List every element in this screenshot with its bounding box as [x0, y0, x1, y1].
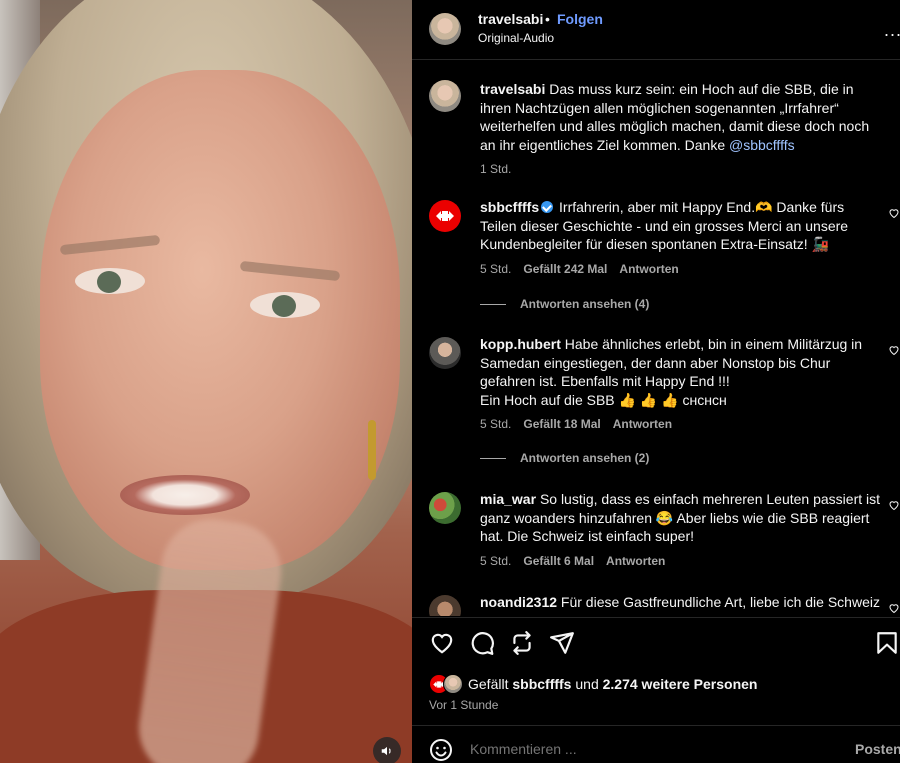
comment-time: 5 Std. [480, 261, 512, 276]
comment-avatar[interactable] [429, 200, 461, 232]
emoji-icon[interactable] [429, 738, 453, 762]
video-earring [368, 420, 376, 480]
view-replies-button[interactable]: Antworten ansehen (2) [480, 451, 649, 465]
comment-icon[interactable] [469, 630, 495, 656]
comment-time: 5 Std. [480, 553, 512, 568]
view-replies-button[interactable]: Antworten ansehen (4) [480, 297, 649, 311]
view-replies-label[interactable]: Antworten ansehen (2) [520, 451, 649, 465]
comment-likes[interactable]: Gefällt 6 Mal [523, 554, 594, 568]
author-avatar[interactable] [429, 13, 461, 45]
comment-avatar[interactable] [429, 492, 461, 524]
post-actions: Gefällt sbbcffffs und 2.274 weitere Pers… [412, 617, 900, 725]
audio-link[interactable]: Original-Audio [478, 31, 554, 45]
post-header: travelsabi • Folgen Original-Audio ... [412, 0, 900, 60]
comment-reply-button[interactable]: Antworten [606, 554, 665, 568]
caption-text-block: travelsabi Das muss kurz sein: ein Hoch … [480, 80, 880, 154]
comment-like-heart-icon[interactable] [888, 207, 900, 219]
post-comment-button[interactable]: Posten [855, 741, 900, 757]
comment-username[interactable]: sbbcffffs [480, 199, 539, 215]
comments-list[interactable]: travelsabi Das muss kurz sein: ein Hoch … [412, 61, 900, 616]
likes-summary[interactable]: Gefällt sbbcffffs und 2.274 weitere Pers… [468, 676, 758, 692]
likes-others-link[interactable]: 2.274 weitere Personen [603, 676, 758, 692]
comment-avatar[interactable] [429, 337, 461, 369]
caption-username[interactable]: travelsabi [480, 81, 545, 97]
comment-avatar[interactable] [429, 595, 461, 616]
speaker-icon [381, 746, 391, 756]
follow-button[interactable]: Folgen [557, 11, 603, 27]
liked-by-avatars[interactable] [429, 674, 469, 696]
header-separator: • [545, 11, 550, 27]
bookmark-icon[interactable] [874, 630, 900, 656]
likes-prefix: Gefällt [468, 676, 509, 692]
caption-mention-link[interactable]: @sbbcffffs [729, 137, 795, 153]
likes-middle: und [575, 676, 599, 692]
view-replies-label[interactable]: Antworten ansehen (4) [520, 297, 649, 311]
comment-like-heart-icon[interactable] [888, 499, 900, 511]
replies-line [480, 303, 506, 305]
video-eye-left [75, 268, 145, 294]
more-options-icon[interactable]: ... [884, 20, 900, 41]
comment-text: Für diese Gastfreundliche Art, liebe ich… [560, 594, 880, 610]
repost-icon[interactable] [509, 630, 535, 656]
comment-input[interactable] [470, 741, 830, 757]
comment-likes[interactable]: Gefällt 242 Mal [523, 262, 607, 276]
comment-like-heart-icon[interactable] [888, 602, 900, 614]
comment-form: Posten [412, 725, 900, 763]
comment-username[interactable]: mia_war [480, 491, 536, 507]
comment-reply-button[interactable]: Antworten [613, 417, 672, 431]
sound-toggle-button[interactable] [373, 737, 401, 763]
comment-username[interactable]: kopp.hubert [480, 336, 561, 352]
comment-likes[interactable]: Gefällt 18 Mal [523, 417, 600, 431]
likes-user-link[interactable]: sbbcffffs [512, 676, 571, 692]
reel-video[interactable] [0, 0, 412, 763]
comment-text: So lustig, dass es einfach mehreren Leut… [480, 491, 881, 544]
video-eye-right [250, 292, 320, 318]
liked-by-avatar [443, 674, 463, 694]
comment-text-line2: Ein Hoch auf die SBB 👍 👍 👍 ᴄʜᴄʜᴄʜ [480, 391, 727, 408]
caption-time: 1 Std. [480, 162, 512, 176]
replies-line [480, 457, 506, 459]
comment-reply-button[interactable]: Antworten [619, 262, 678, 276]
heart-icon[interactable] [429, 630, 455, 656]
send-icon[interactable] [549, 630, 575, 656]
post-panel: travelsabi • Folgen Original-Audio ... t… [412, 0, 900, 763]
video-mouth [120, 475, 250, 515]
sbb-logo-icon [436, 211, 454, 221]
comment-like-heart-icon[interactable] [888, 344, 900, 356]
post-time: Vor 1 Stunde [429, 698, 499, 712]
caption-avatar[interactable] [429, 80, 461, 112]
comment-username[interactable]: noandi2312 [480, 594, 557, 610]
author-username[interactable]: travelsabi [478, 11, 543, 27]
comment-time: 5 Std. [480, 417, 512, 431]
verified-badge-icon [541, 201, 554, 213]
